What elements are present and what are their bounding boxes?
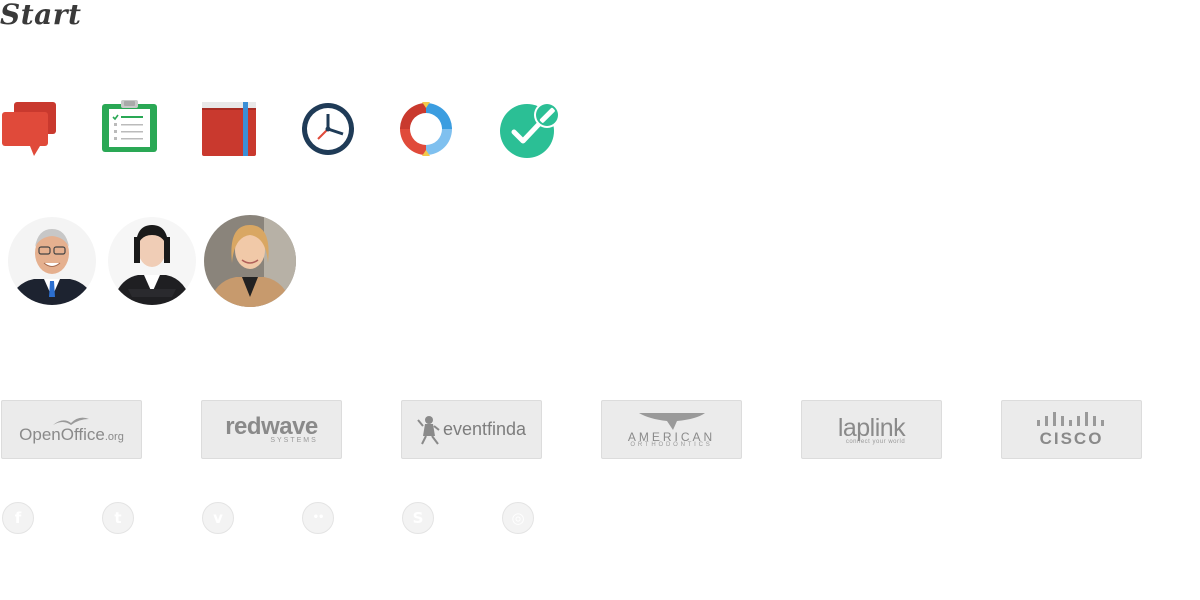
- facebook-icon[interactable]: f: [2, 502, 34, 534]
- twitter-icon[interactable]: t: [102, 502, 134, 534]
- avatar-woman-blonde[interactable]: [204, 215, 296, 307]
- clipboard-checklist-icon[interactable]: [100, 100, 160, 158]
- cisco-main: CISCO: [1039, 428, 1104, 448]
- redwave-main: redwave: [225, 413, 318, 440]
- eventfinda-mascot-icon: [417, 415, 440, 445]
- laplink-main: laplink: [837, 413, 906, 442]
- chat-bubbles-icon[interactable]: [0, 100, 60, 158]
- avatar-woman-dark-hair[interactable]: [108, 217, 196, 305]
- skype-icon[interactable]: S: [402, 502, 434, 534]
- laplink-sub: connect your world: [845, 438, 906, 445]
- wing-icon: [638, 413, 705, 430]
- flickr-glyph: ••: [312, 512, 325, 523]
- vimeo-glyph: v: [213, 508, 223, 527]
- refresh-pencil-icon[interactable]: [398, 100, 458, 158]
- check-edit-icon[interactable]: [498, 100, 560, 158]
- logo-american-orthodontics[interactable]: AMERICAN ORTHODONTICS: [601, 400, 742, 459]
- avatar-man-glasses[interactable]: [8, 217, 96, 305]
- logo-redwave[interactable]: redwave SYSTEMS: [201, 400, 342, 459]
- facebook-glyph: f: [14, 508, 22, 527]
- cisco-bars-icon: [1036, 411, 1104, 426]
- openoffice-suffix: .org: [104, 430, 124, 443]
- logo-openoffice[interactable]: OpenOffice.org: [1, 400, 142, 459]
- logo-eventfinda[interactable]: eventfinda: [401, 400, 542, 459]
- openoffice-main: OpenOffice: [19, 424, 105, 444]
- logo-laplink[interactable]: laplink connect your world: [801, 400, 942, 459]
- brand-logo[interactable]: Start: [0, 0, 81, 31]
- book-icon[interactable]: [200, 100, 260, 158]
- logo-cisco[interactable]: CISCO: [1001, 400, 1142, 459]
- american-sub: ORTHODONTICS: [630, 442, 713, 448]
- skype-glyph: S: [412, 508, 424, 527]
- clock-icon[interactable]: [300, 100, 360, 158]
- page: Start OpenOffice.org redwave SYSTEMS eve…: [0, 0, 1200, 600]
- dribbble-glyph: ◎: [511, 508, 525, 527]
- twitter-glyph: t: [114, 508, 122, 527]
- dribbble-icon[interactable]: ◎: [502, 502, 534, 534]
- vimeo-icon[interactable]: v: [202, 502, 234, 534]
- eventfinda-main: eventfinda: [442, 419, 527, 439]
- flickr-icon[interactable]: ••: [302, 502, 334, 534]
